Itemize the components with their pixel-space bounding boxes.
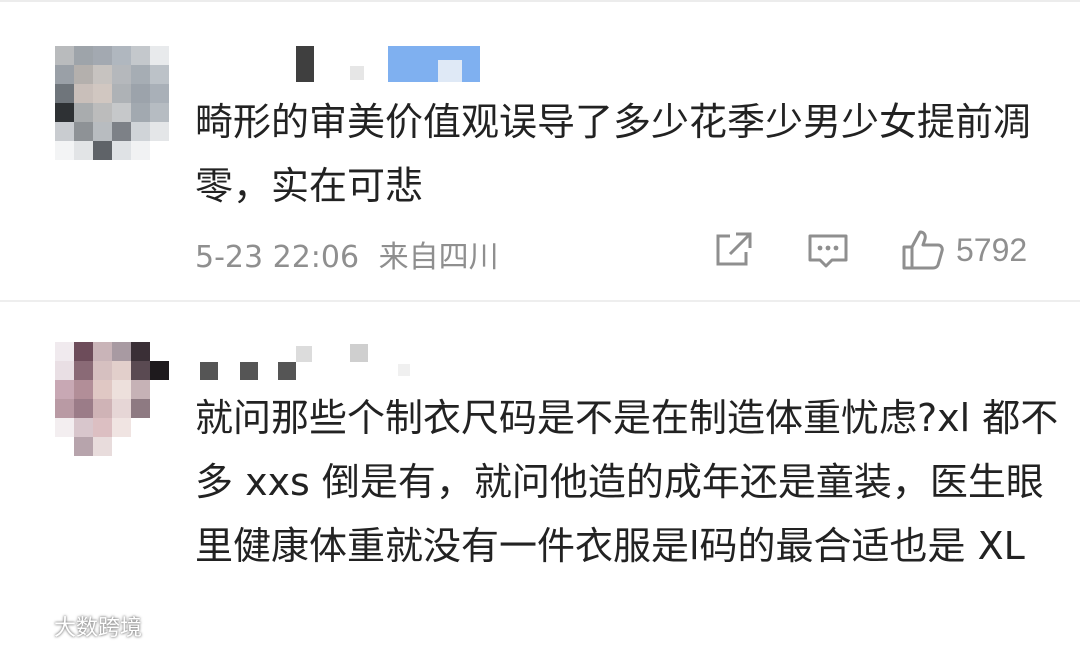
like-count: 5792 bbox=[956, 231, 1028, 268]
watermark: 大数跨境 bbox=[8, 610, 142, 642]
top-divider bbox=[0, 0, 1080, 2]
share-icon bbox=[716, 232, 752, 266]
thumbs-up-icon bbox=[902, 230, 944, 270]
comment-meta: 5-23 22:06 来自四川 bbox=[195, 232, 499, 276]
location: 来自四川 bbox=[378, 240, 499, 275]
avatar[interactable] bbox=[55, 342, 169, 456]
comment-button[interactable] bbox=[806, 226, 850, 274]
comment-text: 就问那些个制衣尺码是不是在制造体重忧虑?xl 都不多 xxs 倒是有，就问他造的… bbox=[195, 396, 1059, 568]
weibo-logo-icon bbox=[9, 614, 46, 640]
share-button[interactable] bbox=[712, 226, 754, 274]
username[interactable] bbox=[260, 46, 490, 84]
username[interactable] bbox=[200, 342, 410, 380]
watermark-text: 大数跨境 bbox=[54, 616, 143, 641]
comment-divider bbox=[0, 300, 1080, 302]
comment-text: 畸形的审美价值观误导了多少花季少男少女提前凋零，实在可悲 bbox=[195, 100, 1032, 208]
comment-icon bbox=[808, 234, 848, 268]
like-button[interactable]: 5792 bbox=[900, 226, 1027, 274]
avatar[interactable] bbox=[55, 46, 169, 160]
timestamp: 5-23 22:06 bbox=[195, 240, 360, 275]
